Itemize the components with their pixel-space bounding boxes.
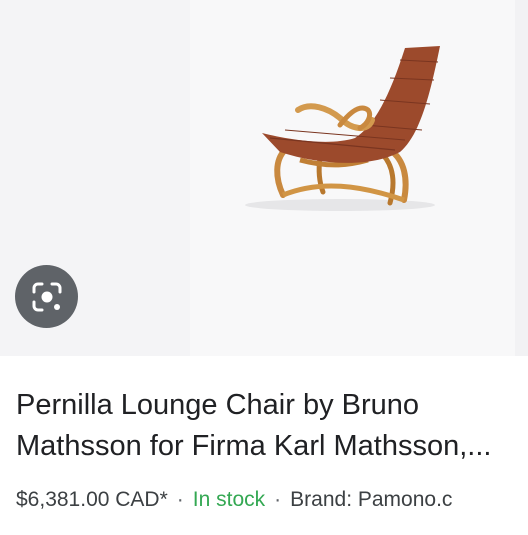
product-image-right[interactable] [515,0,528,356]
product-meta: $6,381.00 CAD* · In stock · Brand: Pamono.c [16,487,528,513]
product-title-line-1: Pernilla Lounge Chair by Bruno [16,389,420,421]
brand-label: Brand: Pamono.c [290,488,453,511]
separator-dot: · [274,488,282,511]
availability-status: In stock [192,488,266,511]
google-lens-icon [32,282,61,311]
product-image-strip [0,0,528,356]
product-image-main[interactable] [190,0,515,356]
product-title[interactable]: Pernilla Lounge Chair by Bruno Mathsson … [16,385,528,467]
product-card[interactable]: Pernilla Lounge Chair by Bruno Mathsson … [0,0,528,535]
lounge-chair-image [245,46,440,211]
google-lens-button[interactable] [15,265,78,328]
separator-dot: · [176,488,184,511]
product-title-line-2: Mathsson for Firma Karl Mathsson,... [16,430,492,462]
product-price: $6,381.00 CAD* [16,488,168,511]
